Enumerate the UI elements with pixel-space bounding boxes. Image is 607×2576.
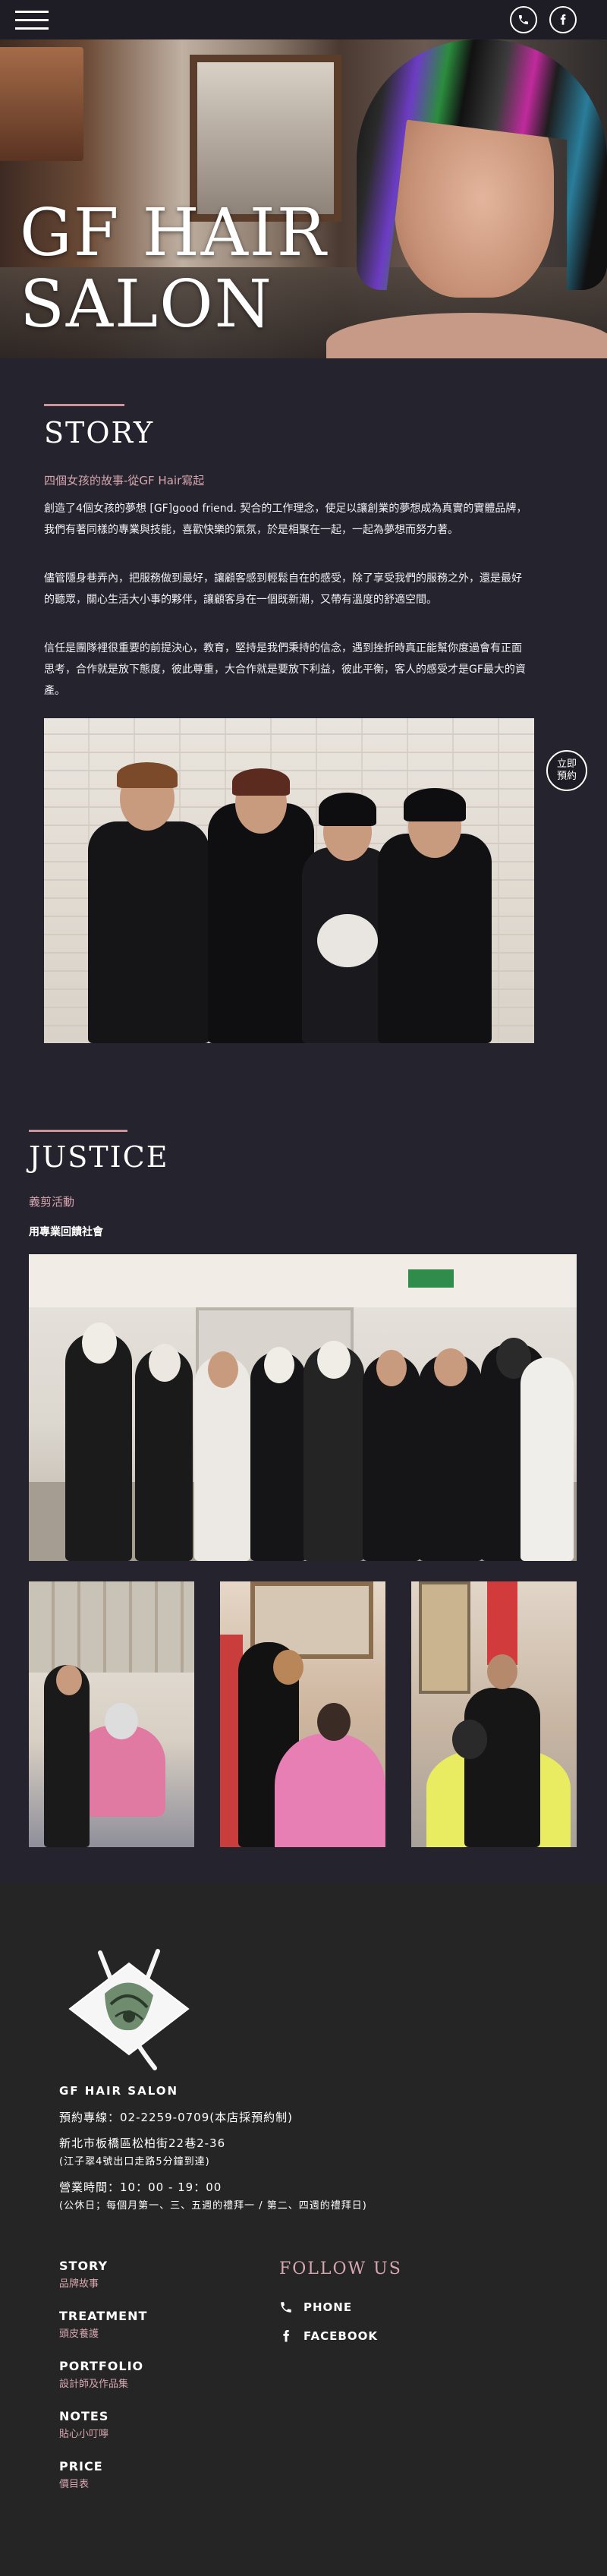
footer-facebook-link[interactable]: FACEBOOK bbox=[279, 2329, 378, 2343]
story-paragraph-2: 儘管隱身巷弄內，把服務做到最好，讓顧客感到輕鬆自在的感受，除了享受我們的服務之外… bbox=[44, 572, 522, 606]
charity-photo-1 bbox=[29, 1581, 194, 1847]
footer-nav-notes-zh[interactable]: 貼心小叮嚀 bbox=[59, 2426, 109, 2440]
follow-us-title: FOLLOW US bbox=[279, 2259, 402, 2278]
facebook-button[interactable] bbox=[549, 6, 577, 33]
footer-nav-treatment[interactable]: TREATMENT bbox=[59, 2309, 147, 2323]
hamburger-menu-icon[interactable] bbox=[15, 11, 49, 30]
footer-nav-treatment-zh[interactable]: 頭皮養護 bbox=[59, 2325, 99, 2340]
reserve-now-button[interactable]: 立即 預約 bbox=[546, 750, 587, 791]
justice-title: JUSTICE bbox=[29, 1140, 169, 1174]
justice-subtitle: 義剪活動 bbox=[29, 1195, 75, 1209]
footer-nav-portfolio-zh[interactable]: 設計師及作品集 bbox=[59, 2376, 128, 2390]
hero-banner: GF HAIR SALON bbox=[0, 39, 607, 358]
facebook-icon bbox=[560, 14, 566, 25]
story-subtitle: 四個女孩的故事-從GF Hair寫起 bbox=[44, 474, 205, 487]
footer-address-note: (江子翠4號出口走路5分鐘到達) bbox=[59, 2156, 210, 2168]
hero-title: GF HAIR SALON bbox=[20, 195, 328, 342]
facebook-icon bbox=[283, 2329, 289, 2342]
footer-nav-story-zh[interactable]: 品牌故事 bbox=[59, 2275, 99, 2290]
footer-nav-price-zh[interactable]: 價目表 bbox=[59, 2476, 89, 2490]
story-accent-line bbox=[44, 404, 124, 406]
footer-nav-portfolio[interactable]: PORTFOLIO bbox=[59, 2359, 143, 2373]
phone-icon bbox=[519, 15, 528, 24]
gf-hair-logo bbox=[68, 1949, 190, 2070]
charity-photo-3 bbox=[411, 1581, 577, 1847]
top-bar bbox=[0, 0, 607, 39]
story-paragraph-1: 創造了4個女孩的夢想 [GF]good friend. 契合的工作理念，使足以讓… bbox=[44, 503, 527, 536]
footer-address: 新北市板橋區松柏街22巷2-36 bbox=[59, 2136, 226, 2150]
charity-photo-2 bbox=[220, 1581, 385, 1847]
footer-hours-note: (公休日；每個月第一、三、五週的禮拜一 / 第二、四週的禮拜日) bbox=[59, 2200, 367, 2212]
story-title: STORY bbox=[44, 416, 155, 449]
story-paragraph-3: 信任是團隊裡很重要的前提決心，教育，堅持是我們秉持的信念，遇到挫折時真正能幫你度… bbox=[44, 642, 526, 697]
phone-button[interactable] bbox=[510, 6, 537, 33]
footer-brand: GF HAIR SALON bbox=[59, 2084, 179, 2098]
footer-facebook-label: FACEBOOK bbox=[304, 2329, 378, 2343]
justice-tagline: 用專業回饋社會 bbox=[29, 1226, 103, 1238]
footer-nav-story[interactable]: STORY bbox=[59, 2259, 108, 2273]
footer-phone-label: PHONE bbox=[304, 2300, 353, 2314]
justice-accent-line bbox=[29, 1130, 127, 1132]
footer-phone-link[interactable]: PHONE bbox=[279, 2300, 352, 2314]
team-photo bbox=[44, 718, 534, 1043]
charity-group-photo bbox=[29, 1254, 577, 1561]
phone-icon bbox=[281, 2302, 291, 2313]
footer-hours: 營業時間：10：00 - 19：00 bbox=[59, 2180, 222, 2194]
footer-nav-price[interactable]: PRICE bbox=[59, 2459, 103, 2474]
footer-phone: 預約專線：02-2259-0709(本店採預約制) bbox=[59, 2111, 293, 2124]
footer-nav-notes[interactable]: NOTES bbox=[59, 2409, 109, 2423]
